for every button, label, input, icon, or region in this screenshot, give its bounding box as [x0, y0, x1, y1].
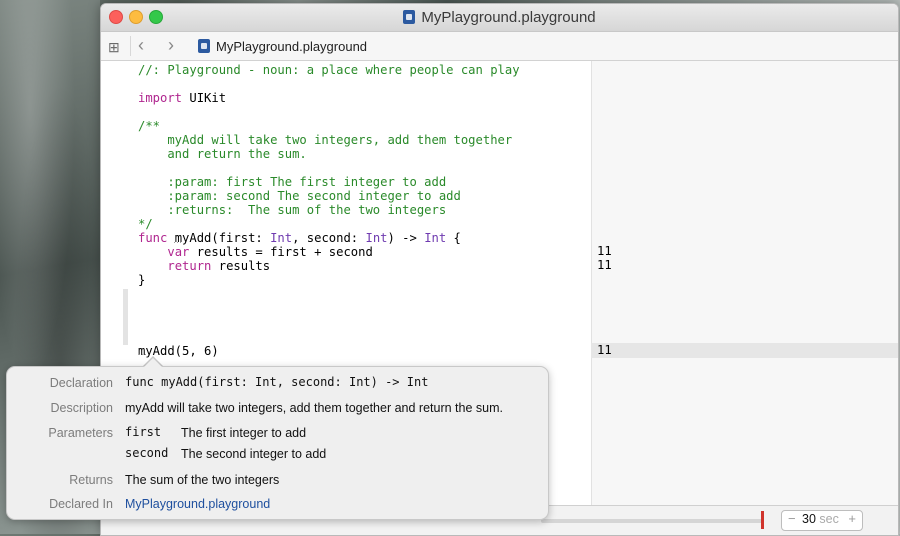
type-token: Int: [270, 231, 293, 245]
breadcrumb[interactable]: MyPlayground.playground: [198, 39, 367, 54]
code-token: myAdd(first:: [167, 231, 271, 245]
param-description: The second integer to add: [181, 447, 327, 461]
declared-in-link[interactable]: MyPlayground.playground: [125, 497, 270, 511]
code-line: */: [138, 217, 153, 231]
code-line: :returns: The sum of the two integers: [138, 203, 447, 217]
title-bar: MyPlayground.playground: [101, 4, 898, 32]
code-line: return results: [138, 259, 270, 273]
duration-unit: sec: [819, 512, 839, 526]
param-description: The first integer to add: [181, 426, 307, 440]
current-line-highlight: [591, 343, 898, 358]
window-title-text: MyPlayground.playground: [421, 9, 596, 26]
duration-value: 30 sec: [802, 512, 839, 526]
code-line: and return the sum.: [138, 147, 307, 161]
code-token: results: [211, 259, 271, 273]
returns-value: The sum of the two integers: [125, 473, 280, 487]
symbol-underline-icon: ⋯: [173, 237, 182, 247]
code-token: results = first + second: [189, 245, 373, 259]
result-value[interactable]: 11: [597, 343, 612, 357]
parameters-label: Parameters: [48, 426, 113, 440]
jump-bar-divider: [130, 36, 131, 56]
keyword-token: import: [138, 91, 183, 105]
returns-label: Returns: [69, 473, 113, 487]
code-line: :param: second The second integer to add: [138, 189, 461, 203]
code-line: func myAdd(first: Int, second: Int) -> I…: [138, 231, 461, 245]
keyword-token: return: [167, 259, 212, 273]
jump-bar: ⊞ ‹ › MyPlayground.playground: [101, 32, 898, 61]
declaration-value: func myAdd(first: Int, second: Int) -> I…: [125, 375, 429, 389]
param-name: first: [125, 425, 162, 439]
results-sidebar: [591, 61, 898, 505]
param-name: second: [125, 446, 169, 460]
timeline-playhead[interactable]: [761, 511, 764, 529]
timeline-slider-track[interactable]: [541, 519, 763, 523]
popover-arrow-fill: [143, 358, 163, 368]
code-token: {: [446, 231, 461, 245]
code-token: , second:: [292, 231, 366, 245]
type-token: Int: [424, 231, 447, 245]
description-value: myAdd will take two integers, add them t…: [125, 401, 503, 415]
grid-icon[interactable]: ⊞: [108, 39, 120, 56]
quick-help-popover: Declaration func myAdd(first: Int, secon…: [6, 366, 549, 520]
breadcrumb-label: MyPlayground.playground: [216, 39, 368, 54]
result-value[interactable]: 11: [597, 258, 612, 272]
back-icon[interactable]: ‹: [138, 35, 144, 56]
keyword-token: func: [138, 231, 168, 245]
description-label: Description: [50, 401, 113, 415]
window-title: MyPlayground.playground: [101, 9, 898, 26]
playground-file-icon: [198, 39, 210, 53]
code-line: :param: first The first integer to add: [138, 175, 447, 189]
code-line: import UIKit: [138, 91, 226, 105]
duration-number: 30: [802, 512, 816, 526]
duration-stepper[interactable]: − 30 sec +: [781, 510, 863, 531]
increment-button[interactable]: +: [848, 511, 856, 526]
playground-file-icon: [403, 10, 416, 24]
decrement-button[interactable]: −: [788, 511, 796, 526]
code-line: /**: [138, 119, 161, 133]
code-line: }: [138, 273, 146, 287]
code-token: UIKit: [182, 91, 227, 105]
declared-in-label: Declared In: [49, 497, 113, 511]
scope-highlight-bar: [123, 289, 128, 345]
code-line: myAdd will take two integers, add them t…: [138, 133, 513, 147]
forward-icon[interactable]: ›: [168, 35, 174, 56]
result-value[interactable]: 11: [597, 244, 612, 258]
type-token: Int: [365, 231, 388, 245]
code-line: //: Playground - noun: a place where peo…: [138, 63, 520, 77]
declaration-label: Declaration: [49, 376, 113, 390]
code-token: ) ->: [387, 231, 425, 245]
